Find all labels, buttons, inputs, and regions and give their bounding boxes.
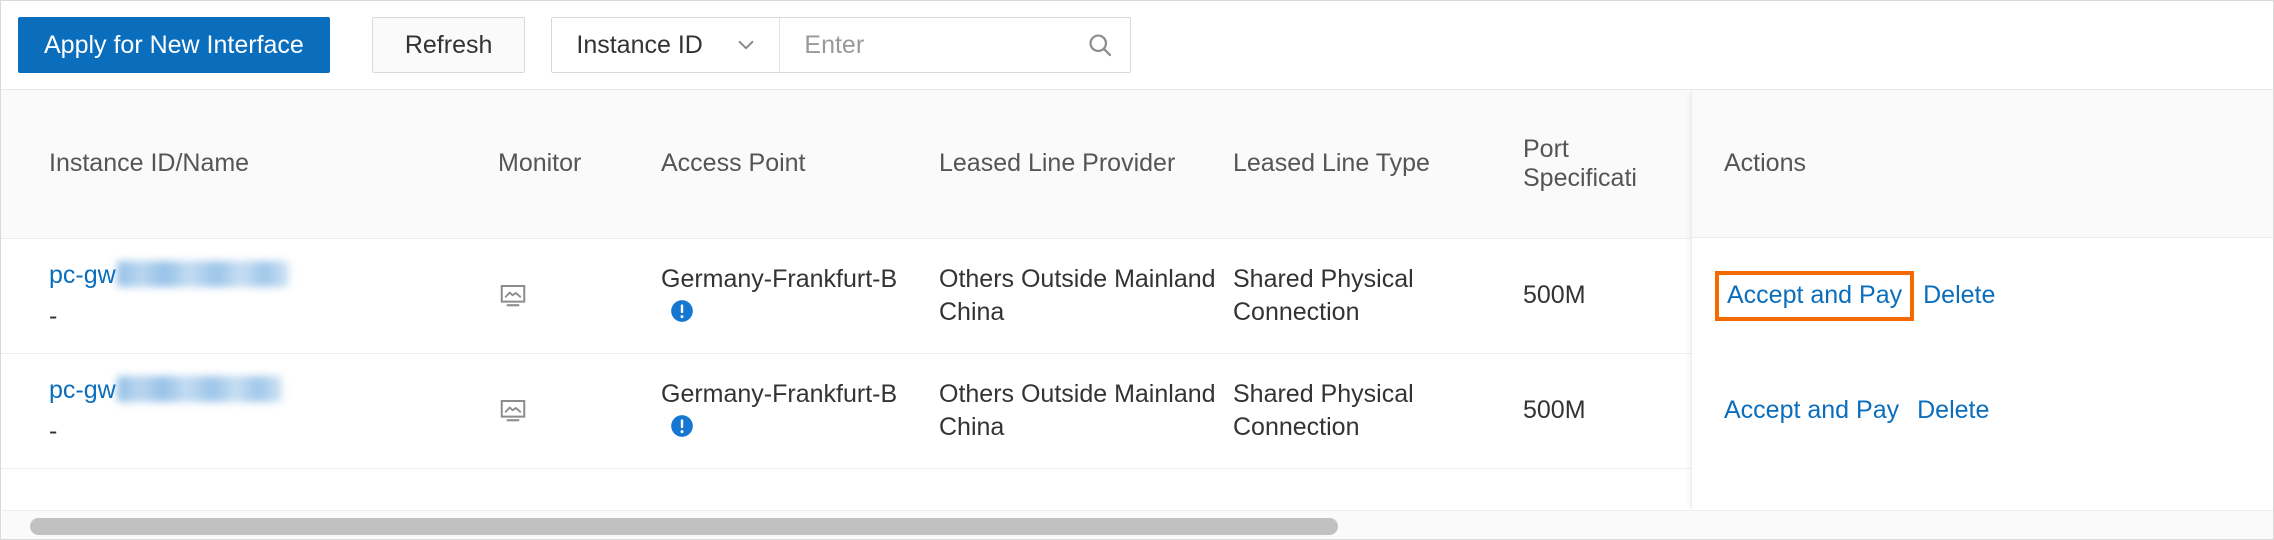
refresh-button[interactable]: Refresh — [371, 17, 526, 73]
search-input-wrapper — [780, 18, 1131, 72]
instance-id-redacted — [116, 375, 282, 402]
horizontal-scrollbar-thumb[interactable] — [30, 518, 1338, 535]
monitor-chart-icon[interactable] — [498, 396, 528, 426]
column-header-leased-line-type: Leased Line Type — [1233, 90, 1523, 239]
instance-name: - — [49, 416, 58, 445]
horizontal-scrollbar[interactable] — [2, 510, 2273, 539]
column-header-instance-id-name: Instance ID/Name — [1, 90, 498, 239]
cell-leased-line-type: Shared Physical Connection — [1233, 238, 1523, 354]
instance-id-line: pc-gw — [49, 374, 488, 407]
search-group: Instance ID — [551, 17, 1132, 73]
cell-monitor — [498, 353, 661, 469]
cell-port-specification: 500M — [1523, 238, 1691, 354]
cell-access-point: Germany-Frankfurt-B — [661, 238, 939, 354]
actions-cell-row-1: Accept and Pay Delete — [1692, 238, 2273, 353]
accept-and-pay-highlight: Accept and Pay — [1715, 271, 1915, 321]
search-input[interactable] — [780, 18, 1131, 72]
info-circle-icon[interactable] — [669, 413, 695, 439]
table-row: pc-gw - Germany-Frankfurt-B Others Outsi… — [1, 353, 1691, 469]
instance-id-link[interactable]: pc-gw — [49, 376, 116, 404]
access-point-text: Germany-Frankfurt-B — [661, 264, 898, 293]
cell-port-specification: 500M — [1523, 353, 1691, 469]
search-icon[interactable] — [1086, 31, 1114, 59]
actions-column: Actions Accept and Pay Delete Accept and… — [1691, 90, 2273, 509]
table-body: pc-gw - Germany-Frankfurt-B Others Outsi… — [1, 238, 1691, 469]
instance-id-link[interactable]: pc-gw — [49, 261, 116, 289]
column-header-port-specification: Port Specificati — [1523, 90, 1691, 239]
cell-leased-line-type: Shared Physical Connection — [1233, 353, 1523, 469]
interface-table: Instance ID/Name Monitor Access Point Le… — [1, 90, 1691, 469]
toolbar: Apply for New Interface Refresh Instance… — [1, 1, 2273, 89]
cell-instance-id-name: pc-gw - — [1, 238, 498, 354]
column-header-access-point: Access Point — [661, 90, 939, 239]
column-header-actions: Actions — [1692, 90, 2273, 238]
column-header-leased-line-provider: Leased Line Provider — [939, 90, 1233, 239]
delete-link[interactable]: Delete — [1923, 281, 1995, 310]
instance-id-line: pc-gw — [49, 259, 488, 292]
filter-type-select-value: Instance ID — [576, 30, 703, 59]
delete-link[interactable]: Delete — [1917, 396, 1989, 425]
chevron-down-icon — [739, 40, 754, 50]
table-container: Instance ID/Name Monitor Access Point Le… — [1, 89, 2273, 509]
table-row: pc-gw - Germany-Frankfurt-B Others Outsi… — [1, 238, 1691, 354]
table-scroll-area[interactable]: Instance ID/Name Monitor Access Point Le… — [1, 90, 1691, 509]
interface-list-page: Apply for New Interface Refresh Instance… — [0, 0, 2274, 540]
accept-and-pay-link[interactable]: Accept and Pay — [1727, 281, 1902, 309]
instance-id-redacted — [116, 260, 289, 287]
cell-leased-line-provider: Others Outside Mainland China — [939, 353, 1233, 469]
column-header-monitor: Monitor — [498, 90, 661, 239]
cell-instance-id-name: pc-gw - — [1, 353, 498, 469]
filter-type-select[interactable]: Instance ID — [552, 18, 781, 72]
cell-access-point: Germany-Frankfurt-B — [661, 353, 939, 469]
table-header: Instance ID/Name Monitor Access Point Le… — [1, 90, 1691, 239]
info-circle-icon[interactable] — [669, 298, 695, 324]
table-header-row: Instance ID/Name Monitor Access Point Le… — [1, 90, 1691, 239]
actions-cell-row-2: Accept and Pay Delete — [1692, 353, 2273, 468]
monitor-chart-icon[interactable] — [498, 281, 528, 311]
apply-for-new-interface-button[interactable]: Apply for New Interface — [18, 17, 330, 73]
instance-name: - — [49, 301, 58, 330]
accept-and-pay-link[interactable]: Accept and Pay — [1724, 396, 1899, 425]
cell-monitor — [498, 238, 661, 354]
access-point-text: Germany-Frankfurt-B — [661, 379, 898, 408]
cell-leased-line-provider: Others Outside Mainland China — [939, 238, 1233, 354]
